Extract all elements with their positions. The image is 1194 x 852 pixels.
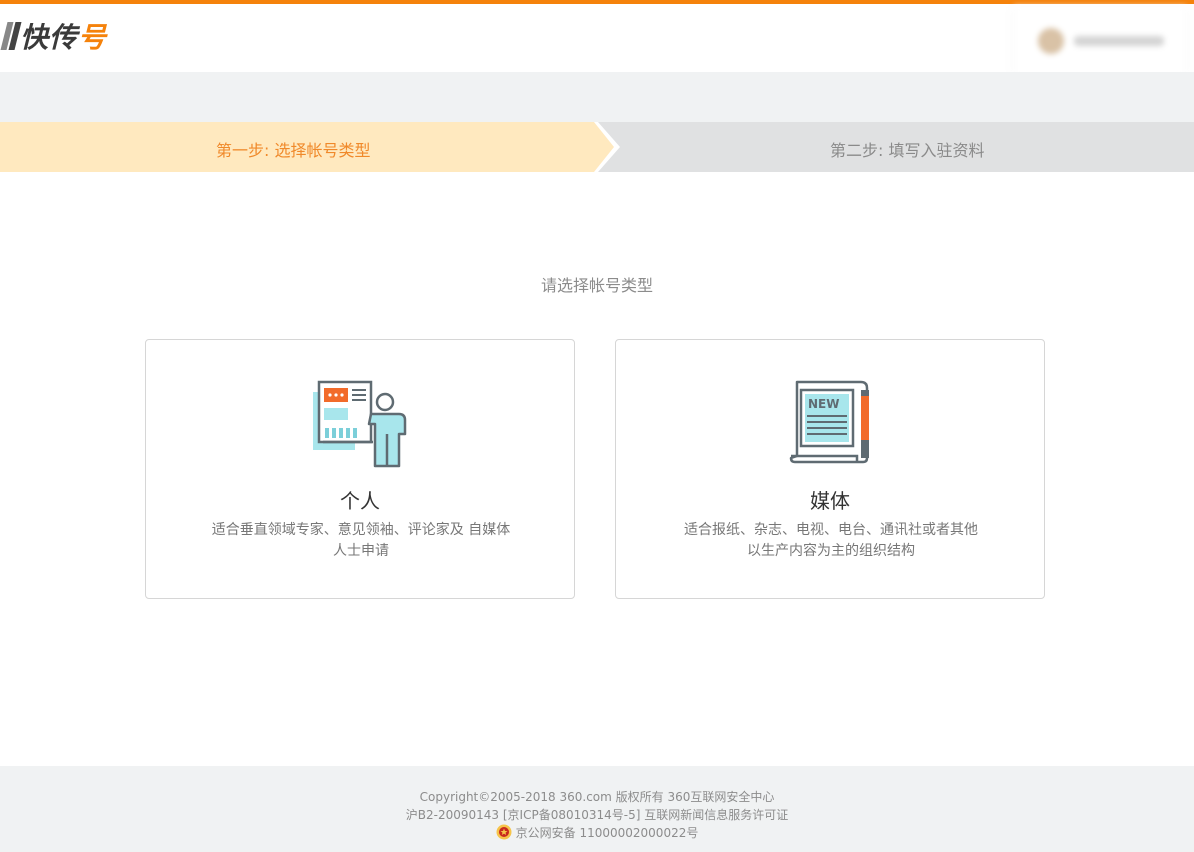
select-account-type-prompt: 请选择帐号类型 xyxy=(540,276,653,295)
header-spacer xyxy=(0,72,1194,122)
user-menu[interactable] xyxy=(1014,6,1186,76)
card-title: 媒体 xyxy=(810,489,850,513)
security-record-text: 京公网安备 11000002000022号 xyxy=(515,826,699,840)
newspaper-icon: NEW xyxy=(781,378,881,468)
user-name-redacted xyxy=(1074,36,1164,46)
police-badge-icon xyxy=(496,824,512,840)
card-description: 适合报纸、杂志、电视、电台、通讯社或者其他以生产内容为主的组织结构 xyxy=(684,522,978,559)
step-1-label: 第一步: 选择帐号类型 xyxy=(216,141,371,160)
copyright-text: Copyright©2005-2018 360.com 版权所有 360互联网安… xyxy=(419,790,775,804)
footer: Copyright©2005-2018 360.com 版权所有 360互联网安… xyxy=(0,766,1194,852)
card-title: 个人 xyxy=(340,489,380,513)
step-1: 第一步: 选择帐号类型 xyxy=(0,122,620,172)
account-type-personal-card[interactable]: 个人 适合垂直领域专家、意见领袖、评论家及 自媒体人士申请 xyxy=(145,339,575,599)
license-link[interactable]: 沪B2-20090143 [京ICP备08010314号-5] 互联网新闻信息服… xyxy=(0,806,1194,823)
step-progress: 第一步: 选择帐号类型 第二步: 填写入驻资料 xyxy=(0,122,1194,172)
card-description: 适合垂直领域专家、意见领袖、评论家及 自媒体人士申请 xyxy=(211,522,511,559)
security-record[interactable]: 京公网安备 11000002000022号 xyxy=(0,824,1194,841)
logo-mark xyxy=(0,22,22,50)
avatar[interactable] xyxy=(1038,28,1064,54)
step-2-label: 第二步: 填写入驻资料 xyxy=(830,141,985,160)
account-type-media-card[interactable]: NEW 媒体 适合报纸、杂志、电视、电台、通讯社或者其他以生产内容为主的组织结构 xyxy=(615,339,1045,599)
logo[interactable]: 快传号 xyxy=(0,18,108,54)
svg-text:NEW: NEW xyxy=(808,397,839,411)
presenter-icon xyxy=(311,378,411,468)
logo-text: 快传号 xyxy=(20,21,108,54)
